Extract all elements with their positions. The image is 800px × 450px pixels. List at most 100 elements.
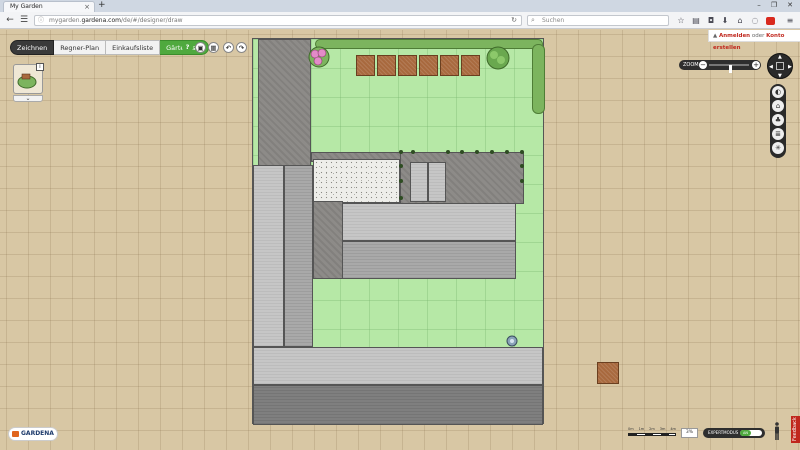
reload-icon[interactable]: ↻ [511, 16, 517, 25]
info-badge[interactable]: i [36, 63, 44, 71]
home-icon[interactable]: ⌂ [735, 16, 745, 26]
back-icon[interactable]: ← [4, 14, 16, 26]
paved-path-vertical[interactable] [258, 39, 311, 167]
or-text: oder [750, 33, 767, 39]
fence-post [520, 164, 524, 168]
zoom-out-button[interactable]: − [699, 61, 707, 69]
sprinkler-icon[interactable] [506, 335, 518, 347]
menu-icon[interactable]: ☰ [18, 14, 30, 26]
scale-label: 0m [628, 427, 634, 431]
pocket-icon[interactable]: ◘ [706, 16, 716, 26]
fence-post [446, 150, 450, 154]
tab-draw[interactable]: Zeichnen [10, 40, 55, 55]
expert-mode-state: AN [740, 430, 751, 436]
fence-post [475, 150, 479, 154]
fence-post [460, 150, 464, 154]
new-tab-button[interactable]: + [98, 0, 106, 11]
zoom-in-button[interactable]: + [752, 61, 760, 69]
zoom-label: ZOOM [683, 62, 699, 68]
terrace-dark[interactable] [342, 241, 516, 279]
feedback-tab[interactable]: Feedback [791, 416, 800, 443]
scale-label: 1m [638, 427, 645, 431]
account-bar: ▲ Anmelden oder Konto erstellen [708, 30, 800, 51]
driveway-light[interactable] [253, 347, 543, 385]
fence-post [520, 179, 524, 183]
flower-shrub-icon[interactable] [305, 43, 333, 71]
save-icon[interactable]: ▣ [195, 42, 206, 53]
scale-label: 3m [659, 427, 666, 431]
redo-icon[interactable]: ↷ [236, 42, 247, 53]
tab-shopping-list[interactable]: Einkaufsliste [106, 40, 161, 55]
fence-post [490, 150, 494, 154]
fence-post [505, 150, 509, 154]
zoom-percentage[interactable]: 3% [681, 428, 698, 438]
close-icon[interactable]: × [84, 2, 90, 12]
wood-deck-left[interactable] [253, 165, 284, 347]
hedge-right[interactable] [532, 44, 545, 114]
scale-bar: 0m 1m 2m 3m 4m [628, 427, 676, 436]
expert-mode-toggle[interactable]: AN [740, 430, 762, 436]
main-toolbar: Zeichnen Regner-Plan Einkaufsliste Gärte… [10, 40, 210, 55]
fence-post [520, 150, 524, 154]
pan-left-icon[interactable]: ◀ [769, 64, 773, 70]
view-icon[interactable]: ◐ [772, 86, 784, 98]
url-bar[interactable]: ⓘ mygarden.gardena.com/de/#/designer/dra… [34, 15, 522, 26]
chat-icon[interactable]: ◌ [750, 16, 760, 26]
chevron-down-icon[interactable]: ⌄ [13, 95, 43, 102]
plant-icon[interactable]: ♣ [772, 114, 784, 126]
expert-mode-label: EXPERTMODUS [708, 430, 739, 435]
wood-tile-element[interactable] [597, 362, 619, 384]
driveway-dark[interactable] [253, 385, 543, 425]
minimize-icon[interactable]: – [752, 0, 766, 11]
pan-control[interactable]: ▲ ▼ ◀ ▶ [767, 53, 793, 79]
sprinkler-tool-icon[interactable]: ✳ [772, 142, 784, 154]
pan-down-icon[interactable]: ▼ [778, 73, 782, 79]
login-link[interactable]: Anmelden [719, 33, 750, 39]
garden-plan[interactable] [252, 38, 545, 425]
info-icon[interactable]: ⓘ [38, 16, 44, 25]
zoom-slider[interactable] [709, 64, 749, 73]
pan-up-icon[interactable]: ▲ [778, 54, 782, 60]
window-close-icon[interactable]: ✕ [783, 0, 797, 11]
raised-bed[interactable] [377, 55, 396, 76]
browser-tab[interactable]: My Garden × [3, 1, 95, 12]
patio-board-2[interactable] [428, 162, 446, 202]
raised-bed[interactable] [440, 55, 459, 76]
search-icon: ⌕ [531, 16, 535, 24]
lock-icon: ▲ [713, 33, 718, 39]
gardena-logo-icon [12, 431, 19, 437]
layers-icon[interactable]: ≣ [772, 128, 784, 140]
expert-mode-control: EXPERTMODUS AN [703, 428, 765, 438]
pan-right-icon[interactable]: ▶ [788, 64, 792, 70]
wood-deck-right[interactable] [284, 165, 313, 347]
raised-bed[interactable] [419, 55, 438, 76]
raised-bed[interactable] [398, 55, 417, 76]
search-input[interactable]: ⌕ Suchen [527, 15, 669, 26]
person-scale-icon[interactable] [773, 422, 781, 440]
tab-title: My Garden [10, 3, 43, 10]
fit-view-icon[interactable] [776, 62, 784, 70]
adblock-icon[interactable] [766, 17, 775, 25]
undo-icon[interactable]: ↶ [223, 42, 234, 53]
search-placeholder: Suchen [542, 17, 565, 24]
bookmark-star-icon[interactable]: ☆ [676, 16, 686, 26]
raised-bed[interactable] [356, 55, 375, 76]
clipboard-icon[interactable]: ▤ [691, 16, 701, 26]
gardena-logo[interactable]: GARDENA [8, 427, 58, 441]
bush-icon[interactable] [485, 45, 511, 71]
help-button[interactable]: ? [182, 42, 193, 53]
gravel-area[interactable] [313, 159, 400, 203]
plan-thumbnail[interactable]: i [13, 63, 44, 94]
paved-connector[interactable] [313, 201, 343, 279]
tab-sprinkler-plan[interactable]: Regner-Plan [54, 40, 107, 55]
hamburger-menu-icon[interactable]: ≡ [785, 16, 795, 26]
maximize-icon[interactable]: ❐ [767, 0, 781, 11]
download-icon[interactable]: ⬇ [720, 16, 730, 26]
print-icon[interactable]: ▦ [208, 42, 219, 53]
url-path: /de/#/designer/draw [121, 17, 183, 24]
zoom-slider-handle[interactable] [729, 65, 733, 73]
patio-board-1[interactable] [410, 162, 428, 202]
raised-bed[interactable] [461, 55, 480, 76]
house-icon[interactable]: ⌂ [772, 100, 784, 112]
terrace-light[interactable] [342, 203, 516, 241]
